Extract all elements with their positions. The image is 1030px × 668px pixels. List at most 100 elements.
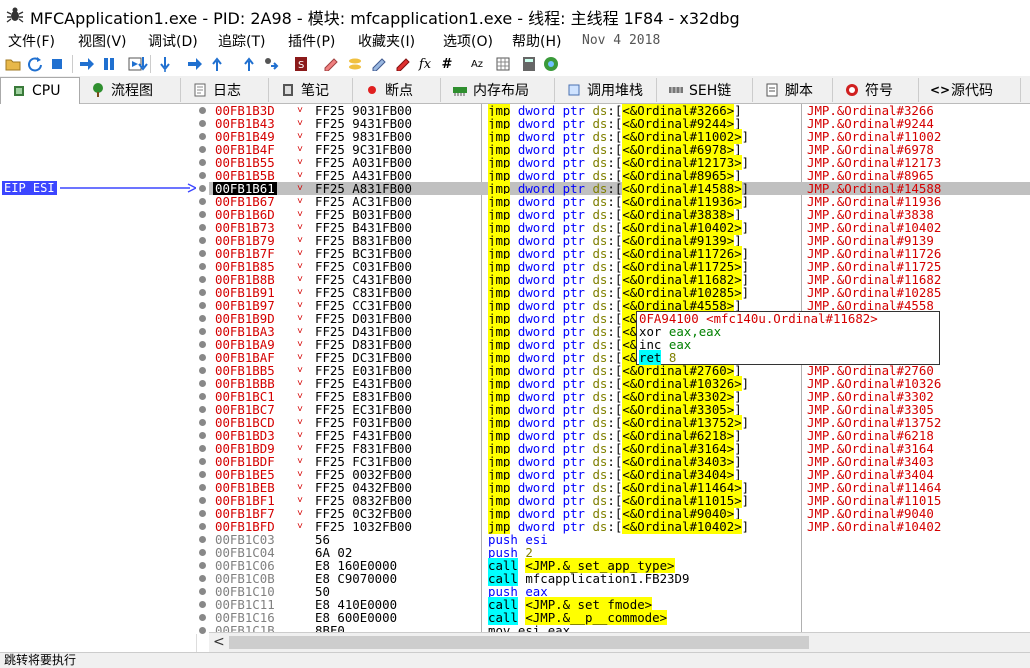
disasm-row[interactable]: 00FB1C0B E8 C9070000 call mfcapplication1.… <box>209 571 1030 586</box>
jump-marker-icon: ˅ <box>297 365 304 376</box>
breakpoint-toggle[interactable] <box>199 120 206 127</box>
status-bar: 跳转将要执行 <box>0 652 1030 668</box>
tab-seh-chain[interactable]: SEH链 <box>658 78 753 102</box>
jump-marker-icon: ˅ <box>297 144 304 155</box>
tab-symbols[interactable]: 符号 <box>834 78 919 102</box>
breakpoint-toggle[interactable] <box>199 627 206 634</box>
breakpoint-toggle[interactable] <box>199 575 206 582</box>
menu-debug[interactable]: 调试(D) <box>148 31 198 51</box>
strings-icon[interactable]: Az <box>468 55 486 73</box>
restart-icon[interactable] <box>26 55 44 73</box>
calculator-icon[interactable] <box>520 55 538 73</box>
breakpoint-toggle[interactable] <box>199 315 206 322</box>
breakpoint-toggle[interactable] <box>199 159 206 166</box>
horizontal-scrollbar[interactable]: < <box>209 632 1030 653</box>
breakpoint-toggle[interactable] <box>199 393 206 400</box>
trace-over-icon[interactable] <box>208 55 226 73</box>
breakpoint-toggle[interactable] <box>199 185 206 192</box>
breakpoint-toggle[interactable] <box>199 523 206 530</box>
hash-icon[interactable]: # <box>438 55 456 73</box>
breakpoint-toggle[interactable] <box>199 328 206 335</box>
disassembly-view[interactable]: 00FB1B3D ˅ FF25 9031FB00 jmp dword ptr ds:[… <box>209 104 1030 632</box>
breakpoint-toggle[interactable] <box>199 601 206 608</box>
jump-marker-icon: ˅ <box>297 378 304 389</box>
breakpoint-toggle[interactable] <box>199 133 206 140</box>
breakpoint-toggle[interactable] <box>199 237 206 244</box>
breakpoint-toggle[interactable] <box>199 107 206 114</box>
scrollbar-thumb[interactable] <box>229 636 809 649</box>
tab-call-stack[interactable]: 调用堆栈 <box>556 78 657 102</box>
breakpoint-toggle[interactable] <box>199 562 206 569</box>
menu-file[interactable]: 文件(F) <box>8 31 55 51</box>
jump-marker-icon: ˅ <box>297 196 304 207</box>
breakpoint-toggle[interactable] <box>199 432 206 439</box>
breakpoint-toggle[interactable] <box>199 302 206 309</box>
tab-log[interactable]: 日志 <box>182 78 269 102</box>
tab-memory-map[interactable]: 内存布局 <box>442 78 555 102</box>
grid-icon[interactable] <box>494 55 512 73</box>
breakpoint-toggle[interactable] <box>199 484 206 491</box>
breakpoint-column[interactable] <box>196 104 209 634</box>
step-into-icon[interactable] <box>134 55 152 73</box>
tab-script[interactable]: 脚本 <box>754 78 833 102</box>
breakpoint-toggle[interactable] <box>199 224 206 231</box>
bytes: 8BF0 <box>315 623 345 632</box>
breakpoint-toggle[interactable] <box>199 276 206 283</box>
breakpoint-toggle[interactable] <box>199 289 206 296</box>
graph-icon <box>90 83 106 97</box>
breakpoint-toggle[interactable] <box>199 419 206 426</box>
breakpoint-toggle[interactable] <box>199 211 206 218</box>
scylla-icon[interactable]: S <box>292 55 310 73</box>
disasm-row[interactable]: 00FB1BFD ˅ FF25 1032FB00 jmp dword ptr ds:[… <box>209 519 1030 534</box>
run-icon[interactable] <box>78 55 96 73</box>
breakpoint-toggle[interactable] <box>199 549 206 556</box>
breakpoint-toggle[interactable] <box>199 146 206 153</box>
tooltip-line: inc eax <box>637 338 939 351</box>
tab-graph[interactable]: 流程图 <box>80 78 181 102</box>
breakpoint-toggle[interactable] <box>199 458 206 465</box>
comment-icon[interactable] <box>322 55 340 73</box>
disasm-row[interactable]: 00FB1C1B 8BF0 mov esi,eax <box>209 624 1030 632</box>
pause-icon[interactable] <box>100 55 118 73</box>
function-icon[interactable] <box>394 55 412 73</box>
menu-plugins[interactable]: 插件(P) <box>288 31 335 51</box>
menu-trace[interactable]: 追踪(T) <box>218 31 265 51</box>
breakpoint-toggle[interactable] <box>199 354 206 361</box>
trace-into-icon[interactable] <box>186 55 204 73</box>
tab-breakpoints[interactable]: 断点 <box>354 78 441 102</box>
open-icon[interactable] <box>4 55 22 73</box>
bookmark-icon[interactable] <box>370 55 388 73</box>
label-icon[interactable] <box>346 55 364 73</box>
breakpoint-toggle[interactable] <box>199 172 206 179</box>
breakpoint-toggle[interactable] <box>199 250 206 257</box>
scroll-left-icon[interactable]: < <box>213 634 225 650</box>
breakpoint-toggle[interactable] <box>199 367 206 374</box>
fx-icon[interactable]: fx <box>416 55 434 73</box>
breakpoint-toggle[interactable] <box>199 406 206 413</box>
tab-cpu[interactable]: CPU <box>0 77 80 104</box>
menu-help[interactable]: 帮助(H) <box>512 31 561 51</box>
tab-notes[interactable]: 笔记 <box>270 78 353 102</box>
jump-marker-icon: ˅ <box>297 300 304 311</box>
breakpoint-toggle[interactable] <box>199 497 206 504</box>
breakpoint-toggle[interactable] <box>199 588 206 595</box>
execute-till-return-icon[interactable] <box>240 55 258 73</box>
breakpoint-toggle[interactable] <box>199 471 206 478</box>
breakpoint-toggle[interactable] <box>199 445 206 452</box>
menu-favourites[interactable]: 收藏夹(I) <box>358 31 415 51</box>
breakpoint-toggle[interactable] <box>199 341 206 348</box>
breakpoint-toggle[interactable] <box>199 263 206 270</box>
tab-source[interactable]: <> 源代码 <box>920 78 1021 102</box>
breakpoint-toggle[interactable] <box>199 614 206 621</box>
menu-view[interactable]: 视图(V) <box>78 31 127 51</box>
breakpoint-toggle[interactable] <box>199 198 206 205</box>
breakpoint-toggle[interactable] <box>199 536 206 543</box>
tab-memory-map-label: 内存布局 <box>473 83 529 99</box>
breakpoint-toggle[interactable] <box>199 510 206 517</box>
run-to-user-code-icon[interactable] <box>262 55 280 73</box>
help-icon[interactable] <box>542 55 560 73</box>
step-over-icon[interactable] <box>156 55 174 73</box>
menu-options[interactable]: 选项(O) <box>443 31 493 51</box>
breakpoint-toggle[interactable] <box>199 380 206 387</box>
stop-icon[interactable] <box>48 55 66 73</box>
